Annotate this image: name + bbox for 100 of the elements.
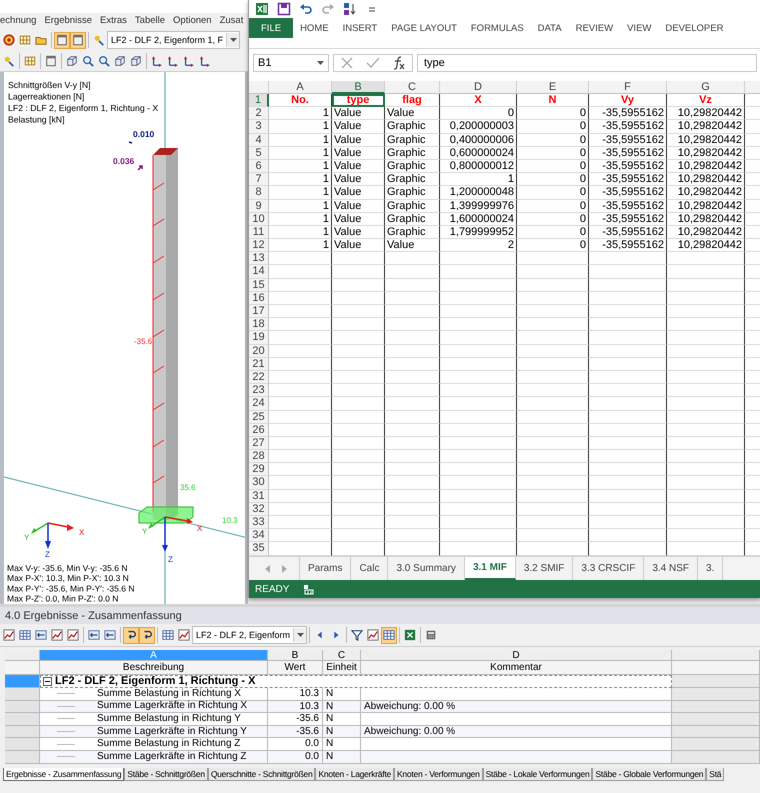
column-header[interactable]: B xyxy=(332,81,385,94)
row-header[interactable]: 2 xyxy=(249,107,269,120)
row-header[interactable]: 7 xyxy=(249,173,269,186)
menu-item[interactable]: Extras xyxy=(100,15,131,26)
undo-icon[interactable] xyxy=(299,2,313,16)
result-tab[interactable]: Knoten - Lagerkräfte xyxy=(315,768,394,781)
column-header[interactable]: C xyxy=(385,81,440,94)
table-cell xyxy=(517,305,589,318)
table-cell xyxy=(269,370,332,384)
menu-item[interactable]: Ergebnisse xyxy=(44,15,96,26)
row-header[interactable]: 5 xyxy=(249,146,269,160)
result-tab[interactable]: Querschnitte - Schnittgrößen xyxy=(208,768,316,781)
sort-icon[interactable] xyxy=(343,2,357,16)
toolbar-button[interactable] xyxy=(1,32,17,48)
row-header[interactable]: 9 xyxy=(249,200,269,213)
row-header[interactable]: 19 xyxy=(249,331,269,345)
row-header[interactable]: 11 xyxy=(249,226,269,240)
ribbon-tab[interactable]: DEVELOPER xyxy=(658,18,730,38)
table-cell: N xyxy=(323,738,361,751)
collapse-icon[interactable] xyxy=(43,677,52,686)
column-header[interactable]: G xyxy=(667,81,745,94)
row-header[interactable]: 20 xyxy=(249,344,269,358)
result-tab[interactable]: Stä xyxy=(706,768,724,781)
row-header[interactable]: 29 xyxy=(249,463,269,476)
toolbar-button[interactable] xyxy=(1,626,17,644)
toolbar-button[interactable] xyxy=(54,32,70,48)
toolbar-button[interactable] xyxy=(123,626,139,644)
table-cell: 0 xyxy=(517,134,589,147)
row-header[interactable]: 31 xyxy=(249,490,269,503)
macro-icon[interactable] xyxy=(303,584,314,594)
row-header[interactable]: 14 xyxy=(249,265,269,279)
row-header[interactable]: 18 xyxy=(249,318,269,332)
toolbar-button[interactable] xyxy=(381,626,398,644)
row-header[interactable]: 24 xyxy=(249,397,269,410)
menu-item[interactable]: echnung xyxy=(0,15,40,26)
sheet-tab[interactable]: 3.1 MIF xyxy=(464,557,516,580)
row-header[interactable]: 3 xyxy=(249,120,269,134)
ribbon-tab[interactable]: DATA xyxy=(530,18,569,38)
summary-text: Max P-Z': 0.0, Min P-Z': 0.0 N xyxy=(7,594,118,604)
row-header[interactable]: 22 xyxy=(249,370,269,384)
row-header[interactable]: 23 xyxy=(249,384,269,398)
row-header[interactable]: 17 xyxy=(249,305,269,318)
ribbon-tab[interactable]: HOME xyxy=(293,18,336,38)
toolbar-button[interactable] xyxy=(176,626,192,644)
result-tab[interactable]: Stäbe - Globale Verformungen xyxy=(592,768,706,781)
menu-item[interactable]: Tabelle xyxy=(134,15,170,26)
column-header[interactable]: E xyxy=(517,81,589,94)
column-header[interactable]: F xyxy=(589,81,667,94)
row-header[interactable]: 32 xyxy=(249,502,269,516)
toolbar-button[interactable] xyxy=(139,626,155,644)
table-cell xyxy=(332,292,385,305)
result-tab[interactable]: Stäbe - Schnittgrößen xyxy=(124,768,208,781)
function-icon[interactable] xyxy=(392,56,406,70)
row-header[interactable]: 1 xyxy=(249,94,269,108)
menu-item[interactable]: Optionen xyxy=(173,15,216,26)
menu-item[interactable]: Zusat xyxy=(220,15,248,26)
ribbon-tab[interactable]: INSERT xyxy=(336,18,384,38)
result-tab[interactable]: Stäbe - Lokale Verformungen xyxy=(482,768,592,781)
row-header[interactable]: 6 xyxy=(249,160,269,174)
column-header[interactable]: B xyxy=(268,650,323,661)
row-header[interactable]: 4 xyxy=(249,134,269,147)
row-header[interactable]: 21 xyxy=(249,358,269,371)
table-cell xyxy=(332,529,385,542)
column-header[interactable]: D xyxy=(361,650,672,661)
ribbon-tab[interactable]: PAGE LAYOUT xyxy=(384,18,464,38)
formula-field[interactable]: type xyxy=(417,54,757,72)
result-tab[interactable]: Knoten - Verformungen xyxy=(394,768,483,781)
load-case-dropdown[interactable]: LF2 - DLF 2, Eigenform xyxy=(192,626,308,644)
row-header[interactable]: 30 xyxy=(249,476,269,490)
ribbon-tab[interactable]: VIEW xyxy=(620,18,658,38)
toolbar-button[interactable] xyxy=(70,32,86,48)
spreadsheet-icon xyxy=(404,629,416,641)
table-cell xyxy=(385,292,440,305)
row-header[interactable]: 34 xyxy=(249,529,269,542)
row-header[interactable]: 16 xyxy=(249,292,269,305)
result-tab[interactable]: Ergebnisse - Zusammenfassung xyxy=(3,768,124,781)
row-header[interactable]: 28 xyxy=(249,450,269,464)
row-header[interactable]: 35 xyxy=(249,542,269,556)
toolbar-button[interactable] xyxy=(49,626,65,644)
row-header[interactable]: 8 xyxy=(249,186,269,200)
ribbon-tab[interactable]: REVIEW xyxy=(568,18,620,38)
name-box[interactable]: B1 xyxy=(253,54,329,72)
table-cell xyxy=(517,476,589,490)
row-header[interactable]: 10 xyxy=(249,212,269,226)
row-header[interactable]: 15 xyxy=(249,278,269,292)
save-icon[interactable] xyxy=(277,2,291,16)
row-header[interactable]: 12 xyxy=(249,239,269,252)
column-header[interactable]: D xyxy=(440,81,517,94)
row-header[interactable]: 25 xyxy=(249,410,269,424)
load-case-dropdown[interactable]: LF2 - DLF 2, Eigenform 1, F xyxy=(107,31,240,49)
row-header[interactable]: 26 xyxy=(249,424,269,437)
column-header[interactable]: C xyxy=(323,650,361,661)
row-header[interactable]: 13 xyxy=(249,252,269,266)
group-row[interactable]: LF2 - DLF 2, Eigenform 1, Richtung - X xyxy=(40,675,672,688)
row-header[interactable]: 33 xyxy=(249,516,269,530)
check-icon[interactable] xyxy=(366,56,380,70)
row-header[interactable]: 27 xyxy=(249,436,269,450)
column-header[interactable]: A xyxy=(269,81,332,94)
toolbar-button[interactable] xyxy=(65,626,81,644)
ribbon-tab[interactable]: FORMULAS xyxy=(464,18,531,38)
